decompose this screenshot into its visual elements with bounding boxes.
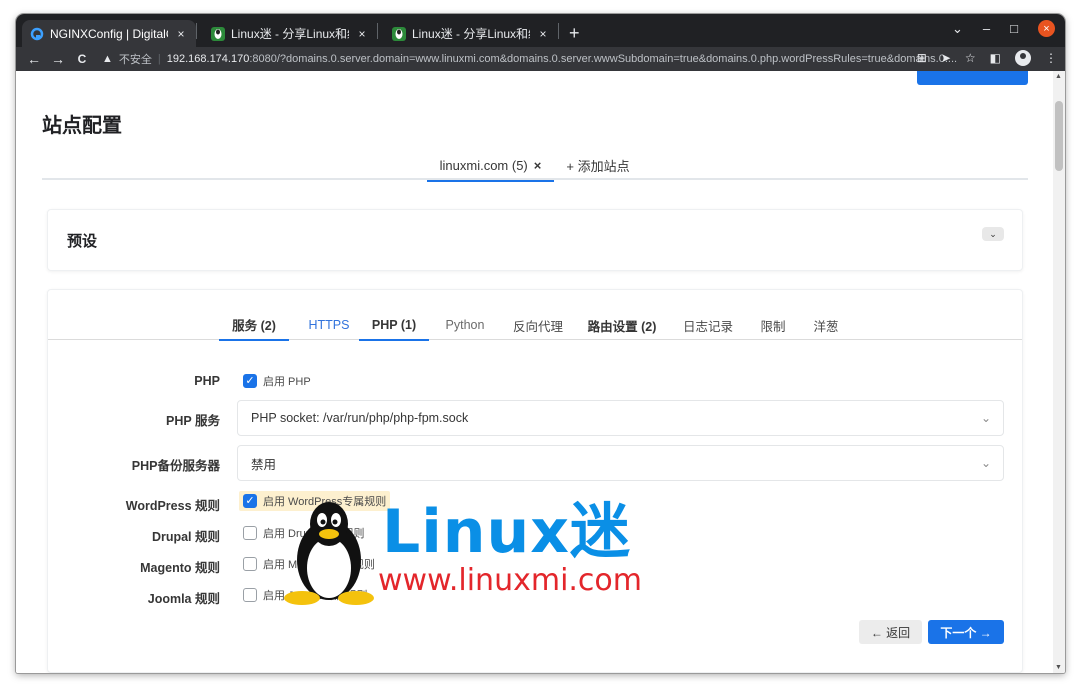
wordpress-label: WordPress 规则 <box>125 499 220 513</box>
forward-arrow-icon[interactable]: → <box>46 51 70 67</box>
side-panel-icon[interactable]: ◧ <box>990 51 1001 65</box>
send-icon[interactable]: ➤ <box>941 51 951 65</box>
url-path: :8080/?domains.0.server.domain=www.linux… <box>249 53 958 65</box>
php-option[interactable]: ✓ 启用 PHP <box>243 371 311 391</box>
site-tabs: linuxmi.com (5) × + 添加站点 <box>42 150 1028 182</box>
linuxmi-icon <box>392 26 406 41</box>
minimize-icon[interactable]: – <box>983 21 990 36</box>
php-option-label: 启用 PHP <box>263 376 311 388</box>
php-backup-select[interactable]: 禁用 ⌄ <box>237 445 1004 481</box>
site-tab-linuxmi[interactable]: linuxmi.com (5) × <box>427 150 554 182</box>
tab-onion[interactable]: 洋葱 <box>800 310 852 340</box>
scroll-thumb[interactable] <box>1055 101 1063 171</box>
add-site-button[interactable]: + 添加站点 <box>562 150 634 180</box>
php-server-select[interactable]: PHP socket: /var/run/php/php-fpm.sock ⌄ <box>237 400 1004 436</box>
watermark-url: www.linuxmi.com <box>378 563 643 598</box>
address-bar[interactable]: ▲ 不安全 | 192.168.174.170:8080/?domains.0.… <box>102 48 987 70</box>
new-tab-button[interactable]: + <box>569 24 580 42</box>
preset-card: 预设 ⌄ <box>47 209 1023 271</box>
php-server-label: PHP 服务 <box>166 414 220 428</box>
divider: | <box>157 53 161 65</box>
tab-service[interactable]: 服务 (2) <box>219 310 289 341</box>
toolbar-actions: ⊞ ➤ ☆ ◧ ⋮ <box>917 50 1057 66</box>
php-backup-label: PHP备份服务器 <box>131 459 220 473</box>
magento-label: Magento 规则 <box>140 561 220 575</box>
php-label: PHP <box>194 374 220 388</box>
php-server-value: PHP socket: /var/run/php/php-fpm.sock <box>251 411 469 425</box>
checkbox-unchecked-icon[interactable] <box>243 557 257 571</box>
bookmark-star-icon[interactable]: ☆ <box>965 51 976 65</box>
close-site-icon[interactable]: × <box>534 158 542 173</box>
tab-limits[interactable]: 限制 <box>746 310 800 340</box>
checkbox-checked-icon[interactable]: ✓ <box>243 494 257 508</box>
browser-tab-nginxconfig[interactable]: NGINXConfig | DigitalOcean × <box>22 20 196 47</box>
next-button[interactable]: 下一个 → <box>928 620 1004 644</box>
add-site-label: + 添加站点 <box>566 158 630 174</box>
maximize-icon[interactable]: □ <box>1010 21 1018 36</box>
tab-separator <box>558 22 559 39</box>
tab-logging[interactable]: 日志记录 <box>673 310 743 340</box>
checkbox-unchecked-icon[interactable] <box>243 526 257 540</box>
page-title: 站点配置 <box>42 115 122 137</box>
tab-separator <box>196 22 197 39</box>
scroll-up-icon[interactable]: ▲ <box>1055 73 1062 80</box>
close-tab-icon[interactable]: × <box>536 27 550 41</box>
page-scrollbar[interactable]: ▲ ▼ <box>1053 71 1065 673</box>
tab-separator <box>377 22 378 39</box>
site-tab-label: linuxmi.com (5) <box>439 157 528 173</box>
translate-icon[interactable]: ⊞ <box>917 51 927 65</box>
close-tab-icon[interactable]: × <box>355 27 369 41</box>
linuxmi-icon <box>211 26 225 41</box>
tab-title: Linux迷 - 分享Linux和编程 <box>412 27 530 41</box>
drupal-label: Drupal 规则 <box>151 530 220 544</box>
tab-strip: NGINXConfig | DigitalOcean × Linux迷 - 分享… <box>16 14 1065 47</box>
chevron-down-icon[interactable]: ⌄ <box>982 227 1004 241</box>
tab-https[interactable]: HTTPS <box>293 310 365 340</box>
linuxmi-watermark: Linux迷 www.linuxmi.com <box>282 498 652 608</box>
warning-icon: ▲ <box>102 53 113 65</box>
tab-python[interactable]: Python <box>431 310 499 340</box>
tab-title: Linux迷 - 分享Linux和编程 <box>231 27 349 41</box>
digitalocean-icon <box>30 27 44 41</box>
preset-title: 预设 <box>67 233 98 250</box>
tab-reverse-proxy[interactable]: 反向代理 <box>503 310 573 340</box>
close-tab-icon[interactable]: × <box>174 27 188 41</box>
tab-routing[interactable]: 路由设置 (2) <box>580 310 664 340</box>
tab-search-icon[interactable]: ⌄ <box>952 21 963 37</box>
chevron-down-icon: ⌄ <box>980 411 991 425</box>
browser-tab-linuxmi-2[interactable]: Linux迷 - 分享Linux和编程 × <box>384 20 558 47</box>
security-label: 不安全 <box>118 54 152 66</box>
scroll-down-icon[interactable]: ▼ <box>1055 664 1062 671</box>
back-arrow-icon[interactable]: ← <box>22 51 46 67</box>
watermark-brand: Linux迷 <box>382 497 631 567</box>
tab-php[interactable]: PHP (1) <box>359 310 429 341</box>
php-backup-value: 禁用 <box>251 457 277 472</box>
back-button[interactable]: ← 返回 <box>859 620 922 644</box>
checkbox-checked-icon[interactable]: ✓ <box>243 374 257 388</box>
joomla-label: Joomla 规则 <box>147 592 220 606</box>
tab-title: NGINXConfig | DigitalOcean <box>50 26 168 41</box>
config-card: 服务 (2) HTTPS PHP (1) Python 反向代理 路由设置 (2… <box>47 289 1023 673</box>
browser-toolbar: ← → C ▲ 不安全 | 192.168.174.170:8080/?doma… <box>16 47 1065 71</box>
url-host: 192.168.174.170 <box>166 53 250 65</box>
tux-penguin-icon <box>284 502 374 605</box>
chevron-down-icon: ⌄ <box>980 456 991 470</box>
browser-tab-linuxmi-1[interactable]: Linux迷 - 分享Linux和编程 × <box>203 20 377 47</box>
menu-dots-icon[interactable]: ⋮ <box>1045 51 1057 65</box>
download-button[interactable] <box>917 71 1028 85</box>
section-tabs: 服务 (2) HTTPS PHP (1) Python 反向代理 路由设置 (2… <box>48 310 1022 341</box>
window-controls: ⌄ – □ × <box>952 20 1055 37</box>
checkbox-unchecked-icon[interactable] <box>243 588 257 602</box>
reload-icon[interactable]: C <box>70 52 94 66</box>
close-window-icon[interactable]: × <box>1038 20 1055 37</box>
profile-avatar-icon[interactable] <box>1015 50 1031 66</box>
